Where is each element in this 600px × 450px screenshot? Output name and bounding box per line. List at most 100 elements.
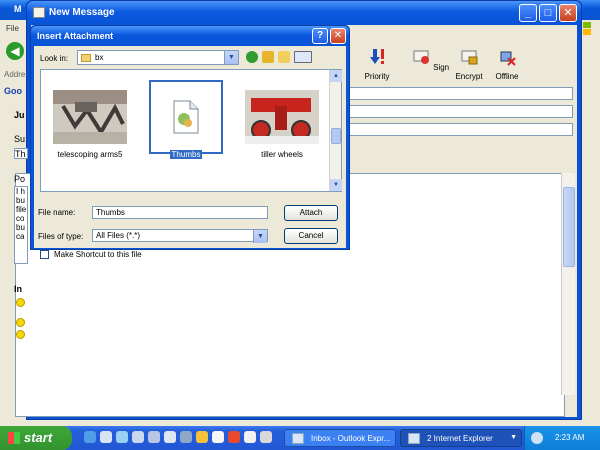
- partial-body-line: bu: [16, 223, 25, 232]
- partial-body-line: ca: [16, 232, 25, 241]
- views-menu-icon[interactable]: [294, 51, 312, 63]
- smiley-icon[interactable]: [16, 298, 25, 307]
- file-name-text: telescoping arms5: [57, 150, 123, 159]
- app-quicklaunch-icon[interactable]: [148, 431, 160, 443]
- outlook-icon: [292, 433, 304, 444]
- windows-flag-icon: [8, 432, 20, 444]
- file-name-field-label: File name:: [38, 208, 76, 217]
- generic-file-icon: [173, 100, 199, 134]
- chevron-down-icon[interactable]: ▼: [224, 51, 238, 64]
- files-of-type-label: Files of type:: [38, 232, 84, 241]
- priority-icon: [370, 49, 384, 64]
- dialog-close-button[interactable]: ✕: [330, 28, 346, 44]
- app-quicklaunch-icon[interactable]: [244, 431, 256, 443]
- file-name-label: telescoping arms5: [45, 150, 135, 159]
- ie-menu-file-label: File: [6, 24, 19, 33]
- app-quicklaunch-icon[interactable]: [180, 431, 192, 443]
- ie-quicklaunch-icon[interactable]: [84, 431, 96, 443]
- look-in-value: bx: [95, 53, 104, 62]
- insert-attachment-dialog: Insert Attachment ? ✕ Look in: bx ▼ tele…: [30, 25, 350, 259]
- partial-body-label: Po: [14, 174, 26, 184]
- outlook-quicklaunch-icon[interactable]: [100, 431, 112, 443]
- maximize-button[interactable]: □: [539, 4, 557, 22]
- start-button[interactable]: start: [0, 426, 72, 450]
- app-quicklaunch-icon[interactable]: [212, 431, 224, 443]
- clock[interactable]: 2:23 AM: [555, 433, 584, 442]
- back-icon[interactable]: ◀: [6, 42, 24, 60]
- ie-icon: [408, 433, 420, 444]
- partial-body-line: file: [16, 205, 27, 214]
- help-button[interactable]: ?: [312, 28, 328, 44]
- folder-icon: [81, 54, 91, 62]
- partial-body-line: I h: [16, 187, 25, 196]
- make-shortcut-checkbox[interactable]: [40, 250, 49, 259]
- files-of-type-value: All Files (*.*): [96, 231, 141, 240]
- encrypt-icon: [461, 50, 478, 65]
- file-name-label: tiller wheels: [237, 150, 327, 159]
- search-icon[interactable]: [116, 431, 128, 443]
- attach-button[interactable]: Attach: [284, 205, 338, 221]
- smiley-icon[interactable]: [16, 330, 25, 339]
- photo-thumbnail-icon: [245, 90, 319, 144]
- priority-label: Priority: [364, 72, 390, 81]
- partial-section-label: In: [14, 284, 22, 294]
- sign-label: Sign: [433, 63, 450, 72]
- scroll-down-icon[interactable]: ▼: [330, 179, 342, 191]
- network-icon[interactable]: [531, 432, 543, 444]
- ie-title-text: M: [14, 4, 22, 14]
- scroll-up-icon[interactable]: ▲: [330, 70, 342, 82]
- file-name-text: Thumbs: [169, 150, 203, 159]
- editor-scrollbar[interactable]: [561, 173, 575, 395]
- file-list-scrollbar[interactable]: ▲ ▼: [329, 70, 342, 191]
- partial-body-line: co: [16, 214, 25, 223]
- partial-from: Ju: [14, 110, 25, 120]
- minimize-button[interactable]: _: [519, 4, 537, 22]
- photo-thumbnail-icon: [53, 90, 127, 144]
- new-folder-icon[interactable]: [278, 51, 290, 63]
- file-name-text: tiller wheels: [261, 150, 303, 159]
- encrypt-label: Encrypt: [455, 72, 483, 81]
- app-quicklaunch-icon[interactable]: [260, 431, 272, 443]
- up-folder-icon[interactable]: [262, 51, 274, 63]
- chevron-down-icon[interactable]: ▼: [510, 434, 517, 441]
- offline-icon: [500, 51, 516, 66]
- taskbar-item-label: 2 Internet Explorer: [427, 434, 493, 443]
- files-of-type-select[interactable]: All Files (*.*) ▼: [92, 229, 268, 243]
- look-in-select[interactable]: bx ▼: [77, 50, 239, 65]
- message-icon: [33, 7, 45, 18]
- explorer-quicklaunch-icon[interactable]: [132, 431, 144, 443]
- dialog-title: Insert Attachment: [37, 31, 114, 41]
- taskbar-item-internet-explorer[interactable]: 2 Internet Explorer ▼: [400, 429, 522, 447]
- new-message-titlebar[interactable]: New Message _ □ ✕: [27, 1, 581, 25]
- dialog-titlebar[interactable]: Insert Attachment ? ✕: [31, 26, 349, 46]
- taskbar-item-inbox[interactable]: Inbox - Outlook Expr...: [284, 429, 396, 447]
- app-quicklaunch-icon[interactable]: [228, 431, 240, 443]
- system-tray: 2:23 AM: [524, 426, 600, 450]
- partial-subject-value: Th: [14, 148, 28, 159]
- ie-google-label: Goo: [4, 86, 22, 96]
- encrypt-button[interactable]: Encrypt: [449, 47, 489, 81]
- selected-thumbnail-frame: [149, 80, 223, 154]
- close-button[interactable]: ✕: [559, 4, 577, 22]
- partial-body-line: bu: [16, 196, 25, 205]
- start-label: start: [24, 430, 53, 445]
- ie-address-label: Addre: [4, 70, 26, 79]
- partial-subject: Su: [14, 134, 26, 144]
- chevron-down-icon[interactable]: ▼: [253, 230, 267, 243]
- file-list-scrollbar-thumb[interactable]: [331, 128, 341, 144]
- file-name-input[interactable]: Thumbs: [92, 206, 268, 219]
- editor-scrollbar-thumb[interactable]: [563, 187, 575, 267]
- smiley-icon[interactable]: [16, 318, 25, 327]
- back-icon[interactable]: [246, 51, 258, 63]
- file-list[interactable]: telescoping arms5 Thumbs tiller wheels ▲…: [40, 69, 342, 192]
- printer-icon[interactable]: [164, 431, 176, 443]
- file-name-label: Thumbs: [141, 150, 231, 159]
- priority-button[interactable]: Priority: [357, 47, 397, 81]
- taskbar-item-label: Inbox - Outlook Expr...: [311, 434, 391, 443]
- partial-body-box: I h bu file co bu ca: [14, 186, 28, 264]
- sign-icon: [413, 50, 429, 64]
- cancel-button[interactable]: Cancel: [284, 228, 338, 244]
- sign-button[interactable]: Sign: [410, 47, 450, 72]
- offline-button[interactable]: Offline: [487, 47, 527, 81]
- app-quicklaunch-icon[interactable]: [196, 431, 208, 443]
